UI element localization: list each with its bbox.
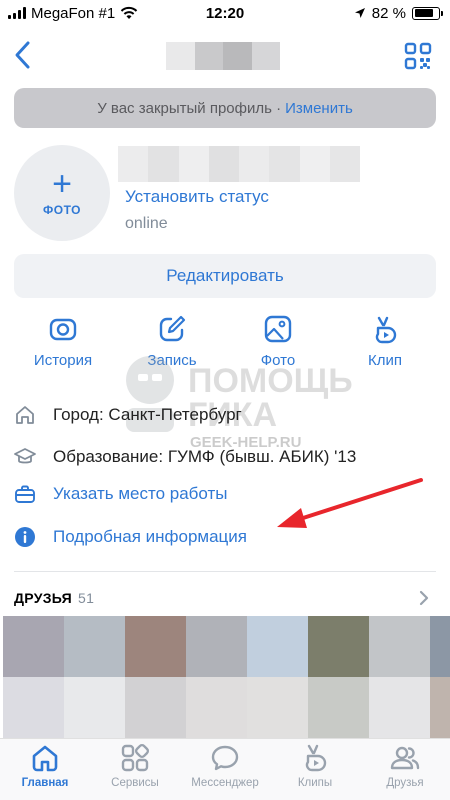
friend-photo[interactable] <box>308 677 369 738</box>
friends-section-title[interactable]: ДРУЗЬЯ 51 <box>14 590 94 606</box>
tab-label: Сервисы <box>111 777 159 789</box>
friend-photo[interactable] <box>3 616 64 677</box>
status-bar: MegaFon #1 12:20 82 % <box>0 0 450 26</box>
action-story[interactable]: История <box>18 314 108 369</box>
graduation-cap-icon <box>14 448 36 464</box>
tab-label: Клипы <box>297 777 333 789</box>
details-text: Подробная информация <box>53 527 247 546</box>
battery-level <box>414 9 434 17</box>
home-outline-icon <box>16 406 34 424</box>
action-label: Фото <box>260 352 296 369</box>
tab-label: Мессенджер <box>191 777 259 789</box>
friend-photo[interactable] <box>247 616 308 677</box>
friends-count: 51 <box>78 590 95 606</box>
battery-icon <box>412 6 443 20</box>
online-status: online <box>125 215 168 232</box>
avatar-label: ФОТО <box>43 203 81 217</box>
friend-photo[interactable] <box>247 677 308 738</box>
battery-percent: 82 % <box>371 4 406 22</box>
profile-header <box>0 26 450 84</box>
info-city: Город: Санкт-Петербург <box>14 404 242 426</box>
action-label: История <box>33 352 93 369</box>
friend-photo[interactable] <box>3 677 64 738</box>
friend-photo[interactable] <box>64 616 125 677</box>
services-icon <box>121 743 150 772</box>
friends-icon <box>390 746 420 770</box>
friend-photo[interactable] <box>125 677 186 738</box>
friend-photo[interactable] <box>308 616 369 677</box>
info-work-link[interactable]: Указать место работы <box>14 483 228 505</box>
education-text: Образование: ГУМФ (бывш. АБИК) '13 <box>53 447 357 466</box>
action-label: Запись <box>147 352 197 369</box>
blurred-user-name <box>118 146 360 182</box>
qr-code-icon[interactable] <box>404 42 432 70</box>
tab-label: Главная <box>21 777 69 789</box>
pencil-square-icon <box>159 315 186 342</box>
tab-services[interactable]: Сервисы <box>90 743 180 789</box>
action-label: Клип <box>368 352 402 369</box>
action-photo[interactable]: Фото <box>233 314 323 369</box>
set-status-link[interactable]: Установить статус <box>125 187 269 207</box>
info-icon <box>15 527 35 547</box>
back-chevron-icon[interactable] <box>10 38 34 72</box>
friends-title: ДРУЗЬЯ <box>14 590 72 606</box>
bottom-tab-bar: Главная Сервисы Мессенджер Клипы Друзья <box>0 738 450 800</box>
change-privacy-link[interactable]: Изменить <box>285 100 353 117</box>
info-details-link[interactable]: Подробная информация <box>14 526 247 548</box>
tab-label: Друзья <box>386 777 424 789</box>
friend-photo[interactable] <box>186 677 247 738</box>
work-text: Указать место работы <box>53 484 228 503</box>
home-icon <box>32 745 58 772</box>
friend-photo[interactable] <box>430 616 450 677</box>
quick-actions: История Запись Фото Клип <box>0 314 450 376</box>
tab-friends[interactable]: Друзья <box>360 743 450 789</box>
friend-photo[interactable] <box>125 616 186 677</box>
friend-photo[interactable] <box>430 677 450 738</box>
closed-profile-banner: У вас закрытый профиль · Изменить <box>14 88 436 128</box>
divider <box>14 571 436 572</box>
briefcase-icon <box>15 485 35 503</box>
tab-messenger[interactable]: Мессенджер <box>180 743 270 789</box>
action-clip[interactable]: Клип <box>340 314 430 369</box>
friends-photos-grid <box>3 616 450 738</box>
tab-clips[interactable]: Клипы <box>270 743 360 789</box>
clip-icon <box>375 316 397 344</box>
add-photo-avatar[interactable]: + ФОТО <box>14 145 110 241</box>
chevron-right-icon[interactable] <box>418 589 430 607</box>
camera-icon <box>49 318 77 341</box>
messenger-icon <box>211 745 239 771</box>
edit-profile-button[interactable]: Редактировать <box>14 254 436 298</box>
city-text: Город: Санкт-Петербург <box>53 405 242 424</box>
location-arrow-icon <box>354 8 365 18</box>
closed-profile-text: У вас закрытый профиль · <box>97 99 282 117</box>
image-icon <box>264 315 292 343</box>
tab-home[interactable]: Главная <box>0 743 90 789</box>
friend-photo[interactable] <box>64 677 125 738</box>
action-post[interactable]: Запись <box>127 314 217 369</box>
friend-photo[interactable] <box>369 677 430 738</box>
friend-photo[interactable] <box>369 616 430 677</box>
plus-icon: + <box>52 165 72 203</box>
blurred-profile-name <box>166 42 280 70</box>
clips-icon <box>305 744 327 772</box>
info-education: Образование: ГУМФ (бывш. АБИК) '13 <box>14 446 356 468</box>
friend-photo[interactable] <box>186 616 247 677</box>
